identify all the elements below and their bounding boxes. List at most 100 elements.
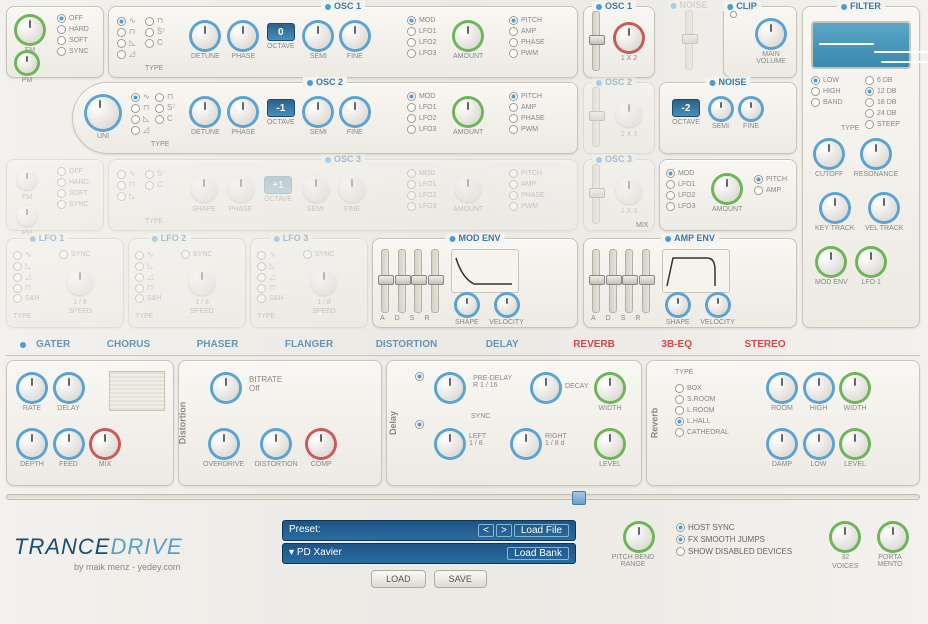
load-file-button[interactable]: Load File — [514, 524, 569, 537]
ampenv-shape[interactable] — [668, 295, 688, 315]
reverb-low[interactable] — [806, 431, 832, 457]
fm-mode-off[interactable]: OFF — [57, 13, 89, 24]
filter-keytrack[interactable] — [822, 195, 848, 221]
pitch-bend-knob[interactable] — [626, 524, 652, 550]
lfo3-speed[interactable] — [311, 269, 337, 295]
osc1-level-slider[interactable] — [592, 11, 600, 71]
osc1-phase[interactable] — [230, 23, 256, 49]
reverb-room[interactable] — [769, 375, 795, 401]
ampenv-s[interactable] — [625, 249, 633, 313]
reverb-high[interactable] — [806, 375, 832, 401]
modenv-d[interactable] — [398, 249, 406, 313]
gater-delay[interactable] — [56, 375, 82, 401]
fm-knob[interactable] — [17, 17, 43, 43]
modenv-shape[interactable] — [457, 295, 477, 315]
osc1-detune[interactable] — [192, 23, 218, 49]
osc1-octave[interactable]: 0 — [267, 23, 295, 41]
amp-env-panel: AMP ENV ADSR SHAPE VELOCITY — [583, 238, 797, 328]
tab-flanger[interactable]: FLANGER — [277, 336, 341, 353]
host-sync-toggle[interactable]: HOST SYNC — [676, 522, 792, 534]
gater-mix[interactable] — [92, 431, 118, 457]
delay-left[interactable] — [437, 431, 463, 457]
gater-rate[interactable] — [19, 375, 45, 401]
tab-phaser[interactable]: PHASER — [189, 336, 247, 353]
preset-prev[interactable]: < — [478, 524, 494, 537]
modenv-r[interactable] — [431, 249, 439, 313]
osc2-phase[interactable] — [230, 99, 256, 125]
osc2-fine[interactable] — [342, 99, 368, 125]
pm-knob[interactable] — [17, 53, 37, 73]
noise-semi[interactable] — [711, 99, 731, 119]
lfo2-speed[interactable] — [189, 269, 215, 295]
osc2-semi[interactable] — [305, 99, 331, 125]
clip-toggle[interactable] — [730, 11, 737, 18]
dist-bitrate[interactable] — [213, 375, 239, 401]
delay-level[interactable] — [597, 431, 623, 457]
tab-gater[interactable]: GATER — [28, 336, 78, 353]
ampenv-a[interactable] — [592, 249, 600, 313]
osc2-amount[interactable] — [455, 99, 481, 125]
reverb-damp[interactable] — [769, 431, 795, 457]
tab-stereo[interactable]: STEREO — [736, 336, 793, 353]
dist-overdrive[interactable] — [211, 431, 237, 457]
preset-name[interactable]: PD Xavier — [297, 547, 342, 558]
preset-next[interactable]: > — [496, 524, 512, 537]
delay-predelay[interactable] — [437, 375, 463, 401]
dist-distortion[interactable] — [263, 431, 289, 457]
dist-comp[interactable] — [308, 431, 334, 457]
mix-1x2[interactable] — [616, 25, 642, 51]
uni-knob[interactable] — [87, 97, 119, 129]
noise-mod-amount[interactable] — [714, 176, 740, 202]
filter-lfo1[interactable] — [858, 249, 884, 275]
filter-resonance[interactable] — [863, 141, 889, 167]
filter-modenv[interactable] — [818, 249, 844, 275]
osc1-wave-1[interactable]: ∿ — [117, 15, 139, 26]
gater-feed[interactable] — [56, 431, 82, 457]
osc1-fine[interactable] — [342, 23, 368, 49]
osc2-detune[interactable] — [192, 99, 218, 125]
modenv-a[interactable] — [381, 249, 389, 313]
fx-smooth-toggle[interactable]: FX SMOOTH JUMPS — [676, 534, 792, 546]
gater-depth[interactable] — [19, 431, 45, 457]
load-button[interactable]: LOAD — [371, 570, 426, 588]
fm-mode-soft[interactable]: SOFT — [57, 35, 89, 46]
delay-right[interactable] — [513, 431, 539, 457]
tab-reverb[interactable]: REVERB — [565, 336, 623, 353]
modenv-velocity[interactable] — [497, 295, 517, 315]
mix-osc3-panel: OSC 3 1 X 3 — [583, 159, 655, 231]
tab-delay[interactable]: DELAY — [478, 336, 527, 353]
fm-mode-hard[interactable]: HARD — [57, 24, 89, 35]
modenv-s[interactable] — [414, 249, 422, 313]
fx-distortion-panel: Distortion BITRATE Off OVERDRIVE DISTORT… — [178, 360, 382, 486]
ampenv-d[interactable] — [609, 249, 617, 313]
save-button[interactable]: SAVE — [434, 570, 487, 588]
load-bank-button[interactable]: Load Bank — [507, 547, 569, 560]
lfo1-speed[interactable] — [67, 269, 93, 295]
fm-panel-2: FM OFF HARD SOFT SYNC PM — [6, 159, 104, 231]
ampenv-r[interactable] — [642, 249, 650, 313]
filter-veltrack[interactable] — [871, 195, 897, 221]
voices-knob[interactable] — [832, 524, 858, 550]
noise-octave[interactable]: -2 — [672, 99, 700, 117]
osc1-semi[interactable] — [305, 23, 331, 49]
fm-knob-2[interactable] — [17, 170, 37, 190]
osc1-amount[interactable] — [455, 23, 481, 49]
filter-cutoff[interactable] — [816, 141, 842, 167]
tab-chorus[interactable]: CHORUS — [99, 336, 158, 353]
noise-fine[interactable] — [741, 99, 761, 119]
pm-knob-2[interactable] — [17, 206, 37, 226]
osc2-octave[interactable]: -1 — [267, 99, 295, 117]
fx-scroll-slider[interactable] — [6, 494, 920, 500]
fm-mode-sync[interactable]: SYNC — [57, 46, 89, 57]
delay-width[interactable] — [597, 375, 623, 401]
reverb-level[interactable] — [842, 431, 868, 457]
main-volume[interactable] — [758, 21, 784, 47]
show-disabled-toggle[interactable]: SHOW DISABLED DEVICES — [676, 546, 792, 558]
osc1-panel: OSC 1 ∿ ⊓ ◺ ◿ ⊓ S⁷ C TYPE DETUNE PHASE 0… — [108, 6, 578, 78]
portamento-knob[interactable] — [880, 524, 906, 550]
tab-distortion[interactable]: DISTORTION — [368, 336, 445, 353]
reverb-width[interactable] — [842, 375, 868, 401]
tab-3beq[interactable]: 3B-EQ — [653, 336, 700, 353]
ampenv-velocity[interactable] — [708, 295, 728, 315]
delay-decay[interactable] — [533, 375, 559, 401]
